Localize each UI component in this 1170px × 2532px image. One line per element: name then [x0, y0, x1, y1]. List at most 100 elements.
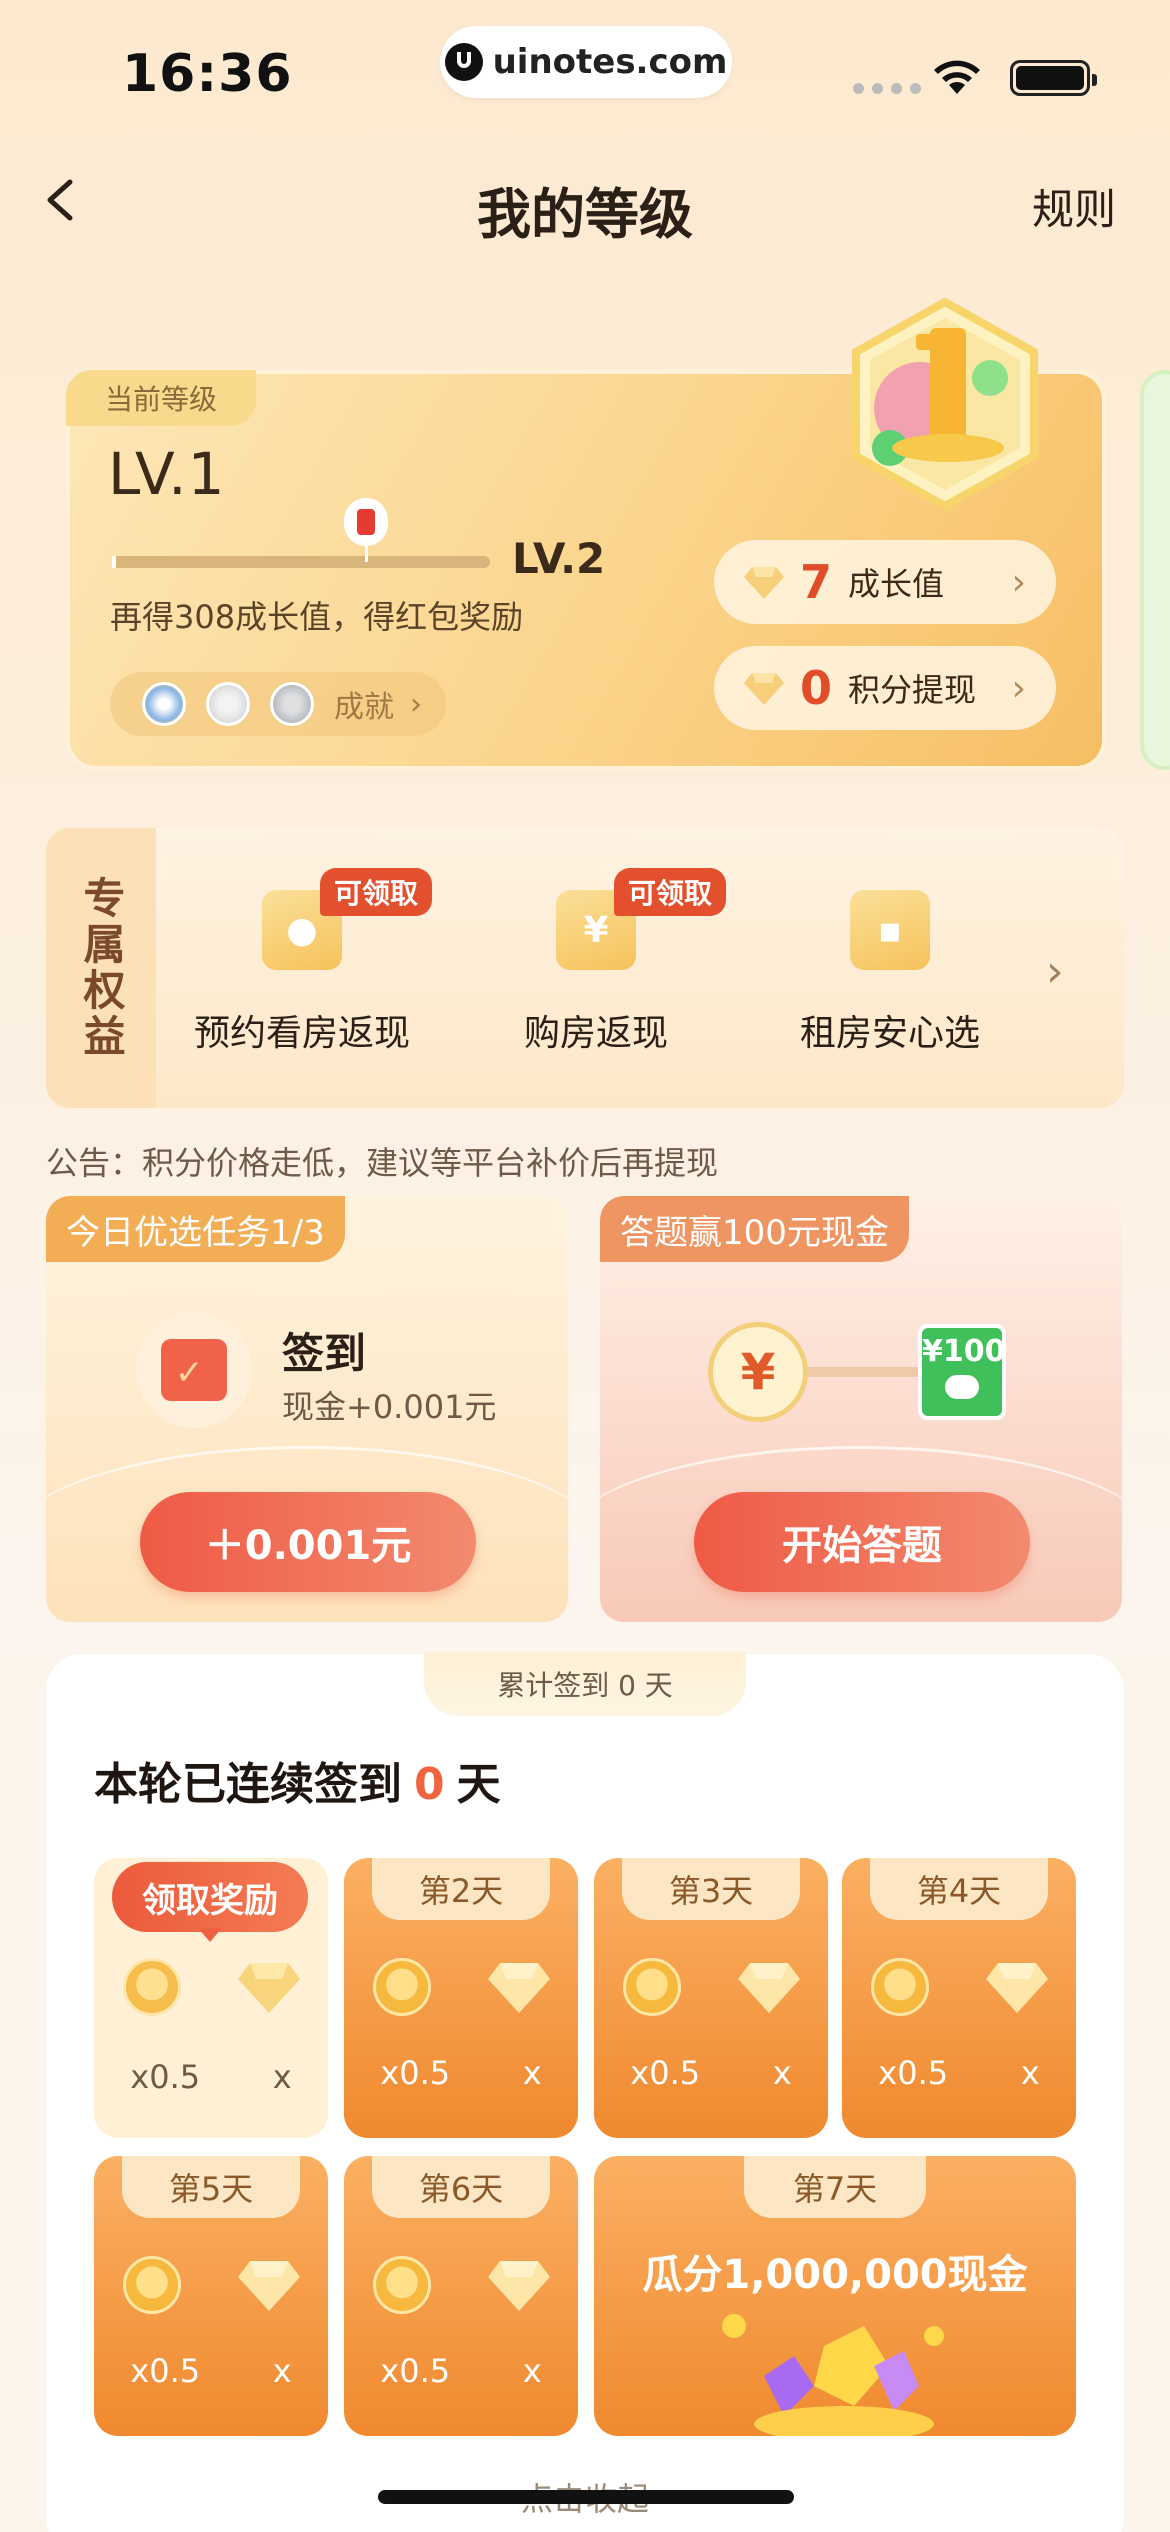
- level-hint: 再得308成长值，得红包奖励: [110, 598, 524, 636]
- bill-amount: ¥100: [922, 1334, 1006, 1369]
- person-icon: ● 可领取: [262, 868, 433, 970]
- coin-icon: [372, 2256, 431, 2314]
- yuan-coin-icon: ¥: [708, 1322, 808, 1422]
- current-level: LV.1: [108, 440, 226, 508]
- current-level-tag: 当前等级: [66, 370, 256, 426]
- coin-icon: [870, 1958, 929, 2016]
- day-label: 第2天: [372, 1858, 550, 1920]
- coin-amount: x0.5: [130, 2058, 201, 2096]
- checkin-day-5[interactable]: 第5天 x0.5 x: [94, 2156, 328, 2436]
- url-text: uinotes.com: [492, 42, 728, 82]
- progress-pin-stem: [365, 544, 368, 562]
- sign-in-reward: 现金+0.001元: [282, 1388, 497, 1426]
- benefit-purchase-cashback[interactable]: ¥ 可领取 购房返现: [466, 868, 727, 1056]
- coin-amount: x0.5: [380, 2054, 451, 2092]
- daily-task-tag: 今日优选任务1/3: [46, 1196, 345, 1262]
- benefit-rental-select[interactable]: ▪ 租房安心选: [760, 890, 1020, 1056]
- page-title: 我的等级: [477, 183, 693, 246]
- chevron-right-icon: ›: [1011, 561, 1026, 603]
- streak-title: 本轮已连续签到 0 天: [94, 1748, 501, 1812]
- treasure-gems-icon: [722, 2314, 944, 2436]
- gem-amount: x: [522, 2352, 542, 2390]
- gem-amount: x: [1020, 2054, 1040, 2092]
- gem-amount: x: [272, 2058, 292, 2096]
- sign-in-button[interactable]: ＋0.001元: [140, 1492, 476, 1592]
- coin-icon: [122, 2256, 181, 2314]
- diamond-icon: [237, 2261, 300, 2311]
- benefit-label: 租房安心选: [799, 1013, 980, 1054]
- coin-icon: [622, 1958, 681, 2016]
- home-indicator: [378, 2490, 794, 2504]
- checkin-day-3[interactable]: 第3天 x0.5 x: [594, 1858, 828, 2138]
- announcement: 公告：积分价格走低，建议等平台补价后再提现: [46, 1144, 719, 1182]
- medal-icon: [206, 682, 250, 726]
- day-label: 第7天: [744, 2156, 926, 2218]
- coin-amount: x0.5: [380, 2352, 451, 2390]
- diamond-icon: [744, 567, 784, 599]
- checkin-day-4[interactable]: 第4天 x0.5 x: [842, 1858, 1076, 2138]
- checkin-day-7[interactable]: 第7天 瓜分1,000,000现金: [594, 2156, 1076, 2436]
- benefit-viewing-cashback[interactable]: ● 可领取 预约看房返现: [172, 868, 433, 1056]
- points-label: 积分提现: [848, 671, 977, 709]
- start-quiz-button[interactable]: 开始答题: [694, 1492, 1030, 1592]
- benefit-label: 购房返现: [523, 1013, 668, 1054]
- achievement-label: 成就: [334, 690, 394, 725]
- day-label: 第3天: [622, 1858, 800, 1920]
- claim-tooltip-arrow: [198, 1928, 222, 1942]
- rules-link[interactable]: 规则: [1032, 176, 1116, 237]
- coin-amount: x0.5: [878, 2054, 949, 2092]
- day7-prize-text: 瓜分1,000,000现金: [642, 2252, 1028, 2298]
- building-icon: ▪: [850, 890, 930, 970]
- gem-amount: x: [272, 2352, 292, 2390]
- chevron-right-icon: ›: [410, 686, 422, 722]
- diamond-icon: [985, 1963, 1048, 2013]
- next-level-card-peek[interactable]: [1140, 370, 1170, 770]
- cash-bill-icon: ¥100: [918, 1324, 1006, 1420]
- level-progress-bar: [112, 556, 490, 568]
- calendar-icon: [136, 1312, 252, 1428]
- benefit-label: 预约看房返现: [193, 1013, 410, 1054]
- growth-value: 7: [800, 555, 833, 609]
- next-level: LV.2: [512, 534, 606, 583]
- red-packet-icon: [344, 498, 388, 546]
- wifi-icon: [934, 60, 980, 94]
- diamond-icon: [237, 1963, 300, 2013]
- day-label: 第6天: [372, 2156, 550, 2218]
- chevron-right-icon: ›: [1011, 667, 1026, 709]
- benefits-side-label: 专属权益: [46, 828, 156, 1108]
- site-logo-icon: [444, 43, 483, 81]
- growth-value-button[interactable]: 7 成长值 ›: [714, 540, 1056, 624]
- claim-reward-button[interactable]: 领取奖励: [112, 1862, 308, 1932]
- url-pill[interactable]: uinotes.com: [440, 26, 732, 98]
- signal-icon: [853, 83, 921, 94]
- streak-suffix: 天: [456, 1759, 501, 1810]
- checkin-day-6[interactable]: 第6天 x0.5 x: [344, 2156, 578, 2436]
- level-1-badge-icon: [852, 298, 1038, 510]
- accumulated-checkin: 累计签到 0 天: [424, 1652, 746, 1716]
- coin-icon: [122, 1958, 181, 2016]
- medal-icon: [270, 682, 314, 726]
- day-label: 第5天: [122, 2156, 300, 2218]
- benefits-more-chevron-icon[interactable]: ›: [1046, 946, 1064, 997]
- claimable-badge: 可领取: [614, 868, 727, 916]
- diamond-icon: [487, 1963, 550, 2013]
- diamond-icon: [744, 673, 784, 705]
- medal-icon: [142, 682, 186, 726]
- coin-icon: [372, 1958, 431, 2016]
- quiz-tag: 答题赢100元现金: [600, 1196, 909, 1262]
- points-withdraw-button[interactable]: 0 积分提现 ›: [714, 646, 1056, 730]
- coin-amount: x0.5: [630, 2054, 701, 2092]
- sign-in-title: 签到: [282, 1329, 367, 1378]
- progress-connector: [804, 1367, 924, 1377]
- growth-label: 成长值: [848, 565, 945, 603]
- gem-amount: x: [772, 2054, 792, 2092]
- benefits-title: 专属权益: [77, 876, 126, 1060]
- battery-icon: [1010, 60, 1097, 96]
- achievement-button[interactable]: 成就 ›: [110, 672, 446, 736]
- status-time: 16:36: [122, 44, 293, 104]
- day-label: 第4天: [870, 1858, 1048, 1920]
- gem-amount: x: [522, 2054, 542, 2092]
- checkin-day-2[interactable]: 第2天 x0.5 x: [344, 1858, 578, 2138]
- streak-value: 0: [414, 1759, 445, 1810]
- coin-amount: x0.5: [130, 2352, 201, 2390]
